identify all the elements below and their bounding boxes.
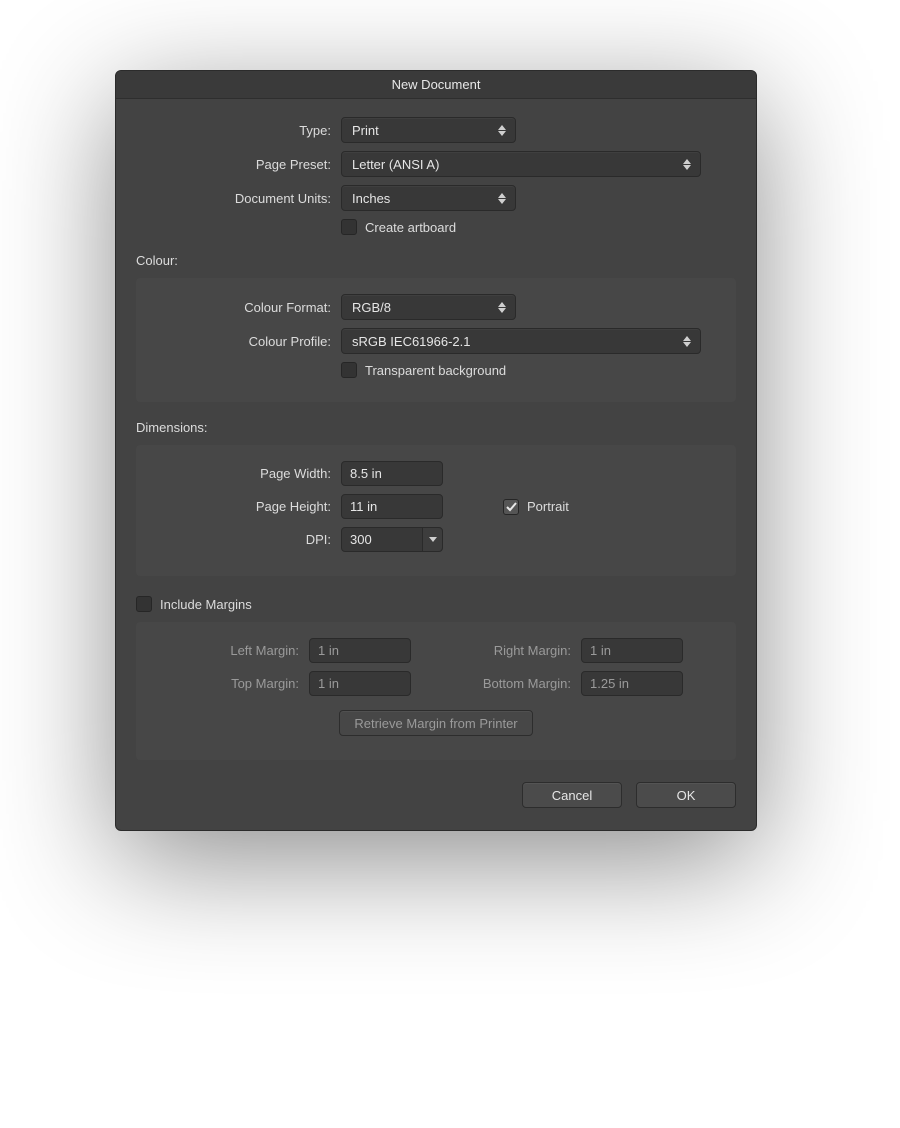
- type-value: Print: [352, 123, 379, 138]
- include-margins-checkbox[interactable]: Include Margins: [136, 596, 736, 612]
- checkbox-icon: [136, 596, 152, 612]
- create-artboard-checkbox[interactable]: Create artboard: [341, 219, 456, 235]
- right-margin-input: 1 in: [581, 638, 683, 663]
- dpi-value: 300: [350, 532, 372, 547]
- colour-format-label: Colour Format:: [152, 300, 341, 315]
- page-height-input[interactable]: 11 in: [341, 494, 443, 519]
- type-select[interactable]: Print: [341, 117, 516, 143]
- dimensions-panel: Page Width: 8.5 in Page Height: 11 in DP…: [136, 445, 736, 576]
- retrieve-margin-label: Retrieve Margin from Printer: [354, 716, 517, 731]
- retrieve-margin-button: Retrieve Margin from Printer: [339, 710, 532, 736]
- document-units-select[interactable]: Inches: [341, 185, 516, 211]
- transparent-background-label: Transparent background: [365, 363, 506, 378]
- document-units-label: Document Units:: [136, 191, 341, 206]
- checkbox-icon: [341, 219, 357, 235]
- colour-format-select[interactable]: RGB/8: [341, 294, 516, 320]
- colour-profile-select[interactable]: sRGB IEC61966-2.1: [341, 328, 701, 354]
- left-margin-label: Left Margin:: [189, 643, 309, 658]
- colour-format-value: RGB/8: [352, 300, 391, 315]
- dialog-title: New Document: [116, 71, 756, 99]
- updown-icon: [493, 297, 511, 317]
- colour-profile-label: Colour Profile:: [152, 334, 341, 349]
- checkbox-icon: [341, 362, 357, 378]
- chevron-down-icon: [429, 537, 437, 542]
- cancel-button[interactable]: Cancel: [522, 782, 622, 808]
- updown-icon: [493, 188, 511, 208]
- bottom-margin-value: 1.25 in: [590, 676, 629, 691]
- top-margin-value: 1 in: [318, 676, 339, 691]
- colour-panel: Colour Format: RGB/8 Colour Profile: sRG…: [136, 278, 736, 402]
- new-document-dialog: New Document Type: Print Page Preset: Le…: [115, 70, 757, 831]
- colour-profile-value: sRGB IEC61966-2.1: [352, 334, 471, 349]
- page-height-value: 11 in: [350, 499, 377, 514]
- margins-panel: Left Margin: 1 in Top Margin: 1 in: [136, 622, 736, 760]
- document-units-value: Inches: [352, 191, 390, 206]
- page-width-label: Page Width:: [152, 466, 341, 481]
- page-preset-value: Letter (ANSI A): [352, 157, 439, 172]
- page-preset-label: Page Preset:: [136, 157, 341, 172]
- left-margin-value: 1 in: [318, 643, 339, 658]
- page-preset-select[interactable]: Letter (ANSI A): [341, 151, 701, 177]
- updown-icon: [678, 154, 696, 174]
- create-artboard-label: Create artboard: [365, 220, 456, 235]
- portrait-checkbox[interactable]: Portrait: [503, 499, 569, 515]
- top-margin-input: 1 in: [309, 671, 411, 696]
- left-margin-input: 1 in: [309, 638, 411, 663]
- ok-button[interactable]: OK: [636, 782, 736, 808]
- transparent-background-checkbox[interactable]: Transparent background: [341, 362, 506, 378]
- checkbox-icon: [503, 499, 519, 515]
- cancel-label: Cancel: [552, 788, 592, 803]
- bottom-margin-label: Bottom Margin:: [461, 676, 581, 691]
- dimensions-heading: Dimensions:: [136, 420, 736, 435]
- page-height-label: Page Height:: [152, 499, 341, 514]
- type-label: Type:: [136, 123, 341, 138]
- top-margin-label: Top Margin:: [189, 676, 309, 691]
- portrait-label: Portrait: [527, 499, 569, 514]
- include-margins-label: Include Margins: [160, 597, 252, 612]
- bottom-margin-input: 1.25 in: [581, 671, 683, 696]
- dpi-input[interactable]: 300: [341, 527, 443, 552]
- dpi-dropdown-button[interactable]: [422, 528, 442, 551]
- right-margin-label: Right Margin:: [461, 643, 581, 658]
- ok-label: OK: [677, 788, 696, 803]
- right-margin-value: 1 in: [590, 643, 611, 658]
- checkmark-icon: [506, 502, 517, 512]
- page-width-value: 8.5 in: [350, 466, 382, 481]
- dpi-label: DPI:: [152, 532, 341, 547]
- updown-icon: [678, 331, 696, 351]
- colour-heading: Colour:: [136, 253, 736, 268]
- updown-icon: [493, 120, 511, 140]
- page-width-input[interactable]: 8.5 in: [341, 461, 443, 486]
